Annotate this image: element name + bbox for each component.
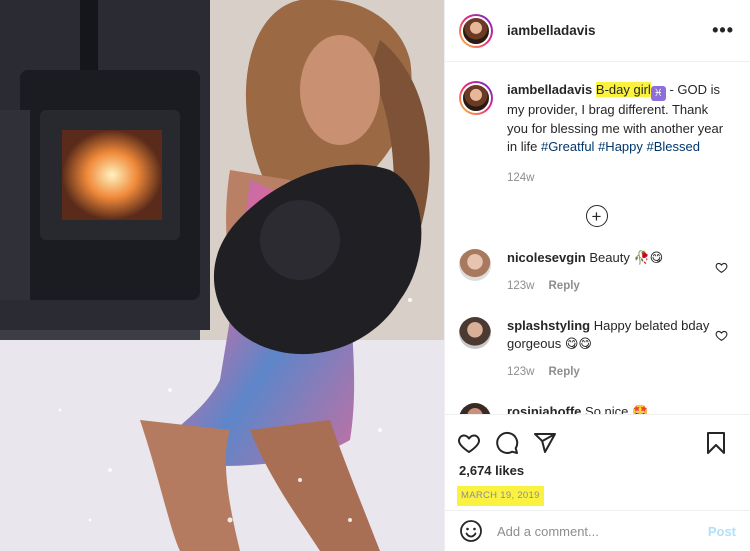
more-options-icon[interactable]: ••• — [712, 20, 734, 41]
caption: iambelladavis B-day girl ♓ - GOD is my pr… — [459, 81, 734, 187]
reply-button[interactable]: Reply — [549, 366, 580, 378]
comment-item: splashstyling Happy belated bday gorgeou… — [459, 317, 734, 381]
hashtag-blessed[interactable]: #Blessed — [647, 139, 700, 154]
plus-circle-icon[interactable]: + — [585, 205, 608, 227]
reply-button[interactable]: Reply — [549, 280, 580, 292]
comment-item: nicolesevgin Beauty 🥀😋 123w Reply — [459, 249, 734, 295]
emoji-smiley-icon[interactable] — [459, 519, 483, 543]
comment-time[interactable]: 123w — [507, 366, 535, 378]
caption-highlight: B-day girl — [595, 82, 651, 97]
comment-username[interactable]: nicolesevgin — [507, 250, 586, 265]
comment-body: splashstyling Happy belated bday gorgeou… — [507, 317, 717, 381]
comment-item: rosiniahoffe So nice 🤩 — [459, 403, 734, 414]
hashtag-greatful[interactable]: #Greatful — [541, 139, 594, 154]
comment-meta: 123w Reply — [507, 363, 717, 381]
commenter-avatar[interactable] — [459, 249, 491, 281]
caption-username[interactable]: iambelladavis — [507, 82, 592, 97]
comment-text: Beauty 🥀😋 — [589, 250, 664, 265]
comment-text: So nice 🤩 — [585, 404, 649, 414]
comment-body: nicolesevgin Beauty 🥀😋 123w Reply — [507, 249, 717, 295]
comment-username[interactable]: rosiniahoffe — [507, 404, 581, 414]
like-comment-heart-icon[interactable] — [715, 329, 728, 342]
commenter-avatar[interactable] — [459, 403, 491, 414]
commenter-avatar[interactable] — [459, 317, 491, 349]
post-photo-image — [0, 0, 444, 551]
action-icons — [445, 415, 750, 459]
like-heart-icon[interactable] — [457, 431, 481, 455]
comment-body: rosiniahoffe So nice 🤩 — [507, 403, 717, 414]
pisces-emoji-icon: ♓ — [650, 86, 666, 101]
caption-avatar[interactable] — [459, 81, 493, 115]
save-bookmark-icon[interactable] — [704, 431, 728, 455]
comment-input[interactable]: Add a comment... — [497, 524, 708, 539]
author-username[interactable]: iambelladavis — [507, 23, 712, 38]
caption-body: iambelladavis B-day girl ♓ - GOD is my pr… — [507, 81, 727, 187]
like-comment-heart-icon[interactable] — [715, 261, 728, 274]
likes-count[interactable]: 2,674 likes — [445, 463, 750, 478]
comment-meta: 123w Reply — [507, 277, 717, 295]
author-avatar[interactable] — [459, 13, 493, 48]
share-paper-plane-icon[interactable] — [533, 431, 557, 455]
comment-username[interactable]: splashstyling — [507, 318, 590, 333]
post-side-panel: iambelladavis ••• iambelladavis B-day gi… — [444, 0, 750, 551]
post-header: iambelladavis ••• — [445, 0, 750, 62]
post-comment-button[interactable]: Post — [708, 524, 736, 539]
hashtag-happy[interactable]: #Happy — [598, 139, 643, 154]
load-more-comments[interactable]: + — [459, 205, 734, 227]
add-comment-bar: Add a comment... Post — [445, 510, 750, 551]
post-date[interactable]: MARCH 19, 2019 — [457, 486, 544, 506]
comments-section[interactable]: iambelladavis B-day girl ♓ - GOD is my pr… — [445, 63, 750, 414]
caption-time[interactable]: 124w — [507, 169, 727, 188]
comment-time[interactable]: 123w — [507, 280, 535, 292]
comment-bubble-icon[interactable] — [495, 431, 519, 455]
post-photo[interactable] — [0, 0, 444, 551]
